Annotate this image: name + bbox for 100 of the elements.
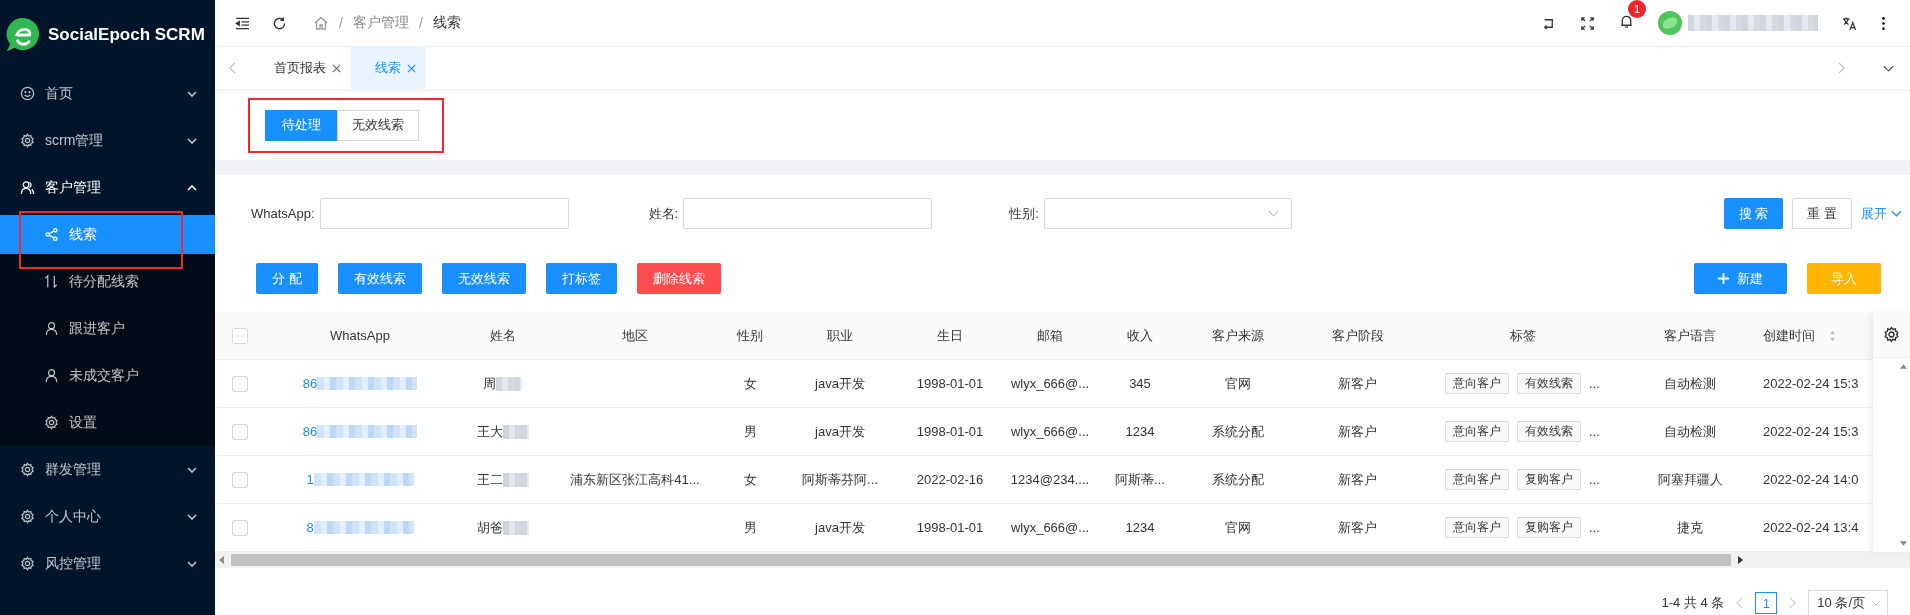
menu-item[interactable]: 群发管理 [0,446,215,493]
breadcrumb-link[interactable]: 线索 [432,14,461,32]
status-tab[interactable]: 无效线索 [337,109,419,141]
table-cell: 女 [743,471,757,487]
sort-icon [44,274,59,289]
select-all-checkbox[interactable] [232,327,248,344]
page-tab[interactable]: 首页报表 [250,47,351,89]
column-header: 客户语言 [1664,326,1716,345]
gear-icon [20,556,35,571]
previous-page-icon[interactable] [1736,597,1744,609]
row-checkbox[interactable] [232,519,248,536]
next-page-icon[interactable] [1789,597,1797,609]
phone-link[interactable]: 86 [302,376,318,391]
more-tags-ellipsis: ... [1589,376,1600,391]
scroll-up-icon[interactable] [1900,364,1907,369]
row-checkbox[interactable] [232,375,248,392]
column-header: 地区 [622,326,648,345]
tag: 复购客户 [1517,469,1582,490]
scroll-down-icon[interactable] [1900,541,1907,546]
menu-item[interactable]: 风控管理 [0,540,215,587]
action-button[interactable]: 新建 [1694,263,1787,294]
close-icon[interactable] [332,63,341,73]
breadcrumb-link[interactable]: 客户管理 [352,14,409,32]
menu-item[interactable]: 首页 [0,70,215,117]
column-header: 标签 [1509,326,1536,345]
phone-link[interactable]: 86 [302,424,318,439]
close-icon[interactable] [407,63,416,73]
select-field[interactable] [1043,198,1292,229]
action-button[interactable]: 分 配 [256,263,318,294]
chevron-down-icon[interactable] [1883,64,1894,72]
gear-icon [44,415,59,430]
column-header: 生日 [937,326,963,345]
home-icon[interactable] [313,15,329,31]
phone-link[interactable]: 1 [306,472,314,487]
scroll-right-icon[interactable] [1738,556,1743,564]
horizontal-scrollbar[interactable] [215,552,1910,568]
search-form-button[interactable]: 搜 索 [1723,198,1784,229]
page-tab[interactable]: 线索 [351,47,426,89]
menu-item[interactable]: scrm管理 [0,117,215,164]
table-cell: 1998-01-01 [916,376,984,391]
table-cell: 新客户 [1338,423,1377,439]
table-cell: 系统分配 [1211,423,1264,439]
more-icon[interactable] [1881,15,1886,31]
submenu-item[interactable]: 待分配线索 [0,258,215,305]
action-button[interactable]: 删除线索 [636,263,721,294]
blurred-name [496,376,522,391]
fullscreen-icon[interactable] [1580,15,1595,31]
table-cell: 1234 [1125,520,1155,535]
gear-icon [20,509,35,524]
phone-link[interactable]: 8 [306,520,314,535]
table-cell: 男 [743,423,757,439]
blurred-name [502,520,529,535]
table-cell: 2022-02-24 14:0 [1763,472,1859,487]
table-cell: 新客户 [1338,471,1377,487]
table-cell: 周 [483,374,496,393]
input-field[interactable] [319,198,569,229]
gear-icon [20,462,35,477]
table-cell: 2022-02-16 [916,472,984,487]
translate-icon[interactable] [1842,15,1857,31]
submenu-item[interactable]: 线索 [0,215,215,254]
menu-icon[interactable] [235,15,250,31]
action-button[interactable]: 打标签 [545,263,617,294]
status-tab[interactable]: 待处理 [265,109,337,141]
menu-item[interactable]: 客户管理 [0,164,215,211]
expand-link[interactable]: 展开 [1861,204,1902,223]
scroll-left-icon[interactable] [229,62,236,74]
user-icon [44,321,59,336]
table-cell: 1998-01-01 [916,424,984,439]
action-button[interactable]: 导入 [1807,263,1881,294]
submenu-item[interactable]: 设置 [0,399,215,446]
refresh-icon[interactable] [272,15,287,31]
avatar-icon[interactable] [1658,11,1682,35]
gear-icon [20,133,35,148]
table-cell: 新客户 [1338,519,1377,535]
page-number[interactable]: 1 [1755,592,1778,614]
submenu-item[interactable]: 跟进客户 [0,305,215,352]
chevron-icon [187,513,197,520]
action-button[interactable]: 有效线索 [337,263,422,294]
column-header: 创建时间 [1763,326,1815,345]
table-cell: 345 [1129,376,1151,391]
menu-item[interactable]: 个人中心 [0,493,215,540]
table-cell: 1234 [1125,424,1155,439]
row-checkbox[interactable] [232,423,248,440]
search-form-button[interactable]: 重 置 [1792,198,1852,229]
input-field[interactable] [683,198,933,229]
settings-icon[interactable] [1883,326,1900,343]
table-cell: 王大 [476,422,503,441]
row-checkbox[interactable] [232,471,248,488]
table-cell: 浦东新区张江高科41... [570,471,700,487]
table-cell: 1234@234.... [1010,472,1090,487]
table-cell: 男 [743,519,757,535]
tag: 有效线索 [1517,421,1582,442]
table-cell: 阿斯蒂... [1115,471,1165,487]
bell-icon[interactable] [1619,14,1634,29]
submenu-item[interactable]: 未成交客户 [0,352,215,399]
scroll-left-icon[interactable] [219,556,224,564]
sort-icon[interactable] [1829,329,1836,342]
action-button[interactable]: 无效线索 [441,263,526,294]
page-size-select[interactable]: 10 条/页 [1808,590,1888,615]
table-cell: 2022-02-24 15:3 [1763,424,1859,439]
